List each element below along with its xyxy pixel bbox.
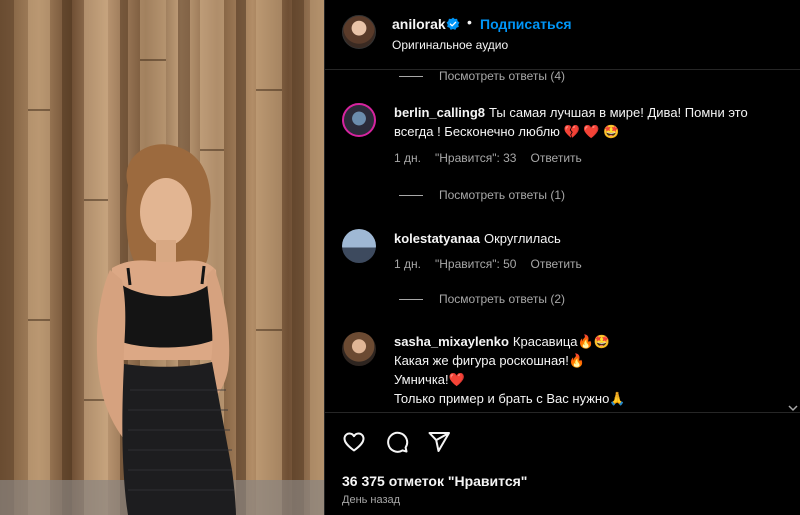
replies-divider-line	[399, 298, 423, 300]
comment-time: 1 дн.	[394, 257, 421, 271]
post-photo[interactable]	[0, 0, 324, 515]
author-avatar[interactable]	[342, 15, 376, 49]
author-username[interactable]: anilorak	[392, 16, 446, 32]
view-replies-label: Посмотреть ответы (1)	[439, 188, 566, 202]
comment-time: 1 дн.	[394, 151, 421, 165]
comment-item: kolestatyanaa Округлилась 1 дн. "Нравится…	[342, 229, 792, 299]
comments-list[interactable]: Посмотреть ответы (4) berlin_calling8 Ты …	[325, 70, 800, 412]
view-replies-label: Посмотреть ответы (4)	[439, 70, 566, 83]
post-photo-illustration	[0, 0, 324, 515]
comment-text-block: sasha_mixaylenko Красавица🔥🤩 Какая же фиг…	[394, 332, 790, 408]
follow-button[interactable]: Подписаться	[480, 16, 572, 32]
replies-divider-line	[399, 75, 423, 77]
commenter-avatar[interactable]	[342, 229, 376, 263]
post-actions: 36 375 отметок "Нравится" День назад	[325, 412, 800, 515]
comment-text-block: berlin_calling8 Ты самая лучшая в мире! Д…	[394, 103, 790, 141]
comment-meta: 1 дн. "Нравится": 50 Ответить	[394, 257, 582, 271]
view-replies-button[interactable]: Посмотреть ответы (2)	[399, 292, 565, 306]
view-replies-button[interactable]: Посмотреть ответы (1)	[399, 188, 565, 202]
post-date: День назад	[342, 494, 401, 506]
reply-button[interactable]: Ответить	[530, 257, 581, 271]
comment-item: sasha_mixaylenko Красавица🔥🤩 Какая же фиг…	[342, 332, 792, 412]
comment-likes[interactable]: "Нравится": 33	[435, 151, 517, 165]
comment-text-line: Только пример и брать с Вас нужно🙏	[394, 391, 626, 406]
share-icon[interactable]	[427, 430, 451, 454]
likes-count[interactable]: 36 375 отметок "Нравится"	[342, 473, 527, 489]
comment-meta: 1 дн. "Нравится": 33 Ответить	[394, 151, 582, 165]
replies-divider-line	[399, 194, 423, 196]
reply-button[interactable]: Ответить	[530, 151, 581, 165]
commenter-username[interactable]: sasha_mixaylenko	[394, 334, 509, 349]
heart-icon[interactable]	[342, 430, 366, 454]
commenter-username[interactable]: berlin_calling8	[394, 105, 485, 120]
comment-icon[interactable]	[385, 430, 409, 454]
scrollbar-down-arrow[interactable]	[788, 404, 798, 412]
comment-likes[interactable]: "Нравится": 50	[435, 257, 517, 271]
view-replies-button[interactable]: Посмотреть ответы (4)	[399, 70, 565, 83]
comment-text-line: Какая же фигура роскошная!🔥	[394, 353, 586, 368]
comment-text-line: Умничка!❤️	[394, 372, 465, 387]
comment-text-line: Красавица🔥🤩	[512, 334, 610, 349]
comment-text: Округлилась	[484, 231, 561, 246]
commenter-avatar[interactable]	[342, 103, 376, 137]
original-audio-link[interactable]: Оригинальное аудио	[392, 38, 508, 52]
post-side-panel: anilorak • Подписаться Оригинальное ауди…	[324, 0, 800, 515]
commenter-username[interactable]: kolestatyanaa	[394, 231, 480, 246]
post-header: anilorak • Подписаться Оригинальное ауди…	[325, 0, 800, 70]
view-replies-label: Посмотреть ответы (2)	[439, 292, 566, 306]
comment-text-block: kolestatyanaa Округлилась	[394, 229, 790, 248]
header-separator: •	[467, 14, 472, 30]
commenter-avatar[interactable]	[342, 332, 376, 366]
verified-badge-icon	[446, 17, 460, 30]
